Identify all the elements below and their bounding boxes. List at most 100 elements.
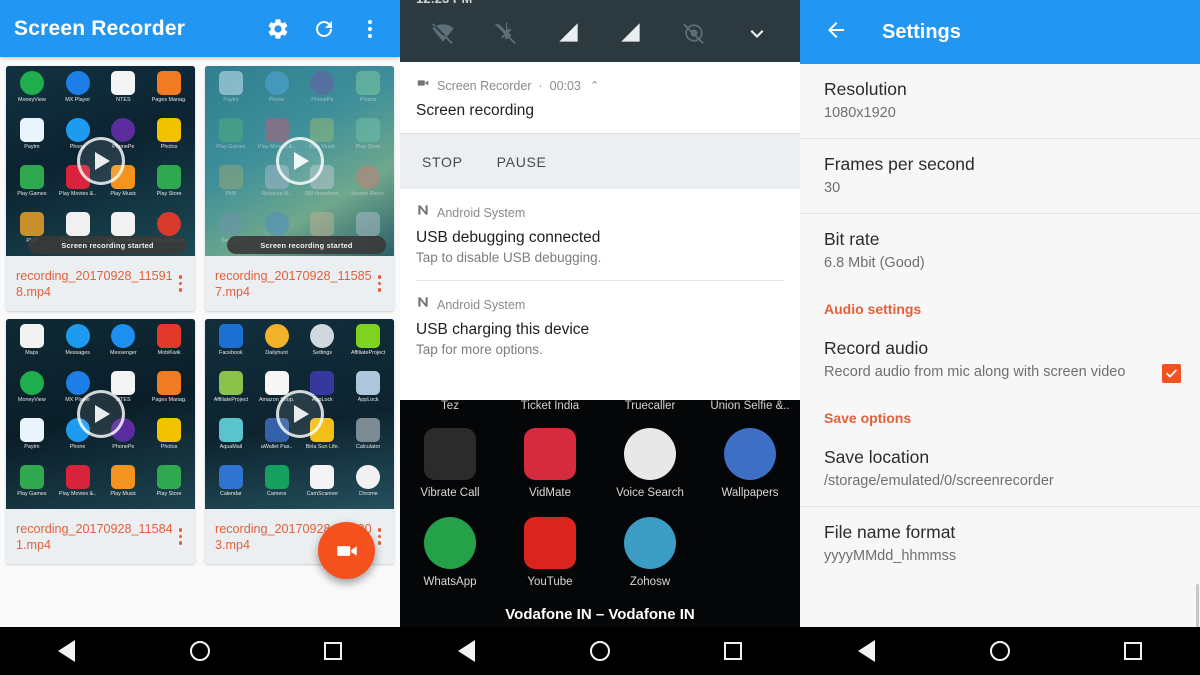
app-label: Phone [268, 97, 285, 103]
app-label: PhonePe [311, 97, 334, 103]
app-label: CamScanner [306, 491, 339, 497]
app-drawer-item[interactable]: YouTube [500, 517, 600, 588]
app-label: Settings [312, 350, 333, 356]
setting-row-file-name-format[interactable]: File name format yyyyMMdd_hhmmss [800, 507, 1200, 581]
android-nav-bar [0, 627, 400, 675]
wifi-off-icon[interactable] [430, 20, 456, 51]
app-label: AppLock [357, 397, 379, 403]
more-vert-icon[interactable] [173, 275, 191, 292]
home-circle-icon[interactable] [187, 638, 213, 664]
setting-title: File name format [824, 522, 956, 542]
app-drawer-item[interactable]: Zohosw [600, 517, 700, 588]
back-triangle-icon[interactable] [454, 638, 480, 664]
app-label: aWallet Pas.. [260, 444, 293, 450]
android-n-icon [416, 203, 430, 222]
video-thumbnail[interactable]: Facebook Dailyhunt Settings AffiliatePro… [205, 319, 394, 509]
play-icon[interactable] [275, 137, 324, 185]
app-label: Play Music [110, 491, 137, 497]
app-drawer-background: Tez Ticket India Truecaller Union Selfie… [400, 400, 800, 627]
video-card[interactable]: Maps Messages Messenger MobiKwik MoneyVi… [6, 319, 195, 564]
setting-row-fps[interactable]: Frames per second 30 [800, 139, 1200, 214]
app-label: Pages Manag. [151, 97, 187, 103]
app-drawer-item[interactable]: WhatsApp [400, 517, 500, 588]
camcorder-icon [336, 545, 357, 556]
app-label: Chrome [358, 491, 378, 497]
video-card-footer: recording_20170928_115918.mp4 [6, 256, 195, 311]
notification-title: USB debugging connected [416, 229, 601, 246]
app-drawer-item[interactable]: Wallpapers [700, 428, 800, 499]
app-label: AffiliateProject [350, 350, 386, 356]
setting-row-save-location[interactable]: Save location /storage/emulated/0/screen… [800, 432, 1200, 507]
android-n-icon [416, 295, 430, 314]
signal-sim2-icon[interactable] [618, 20, 644, 51]
play-icon[interactable] [76, 137, 125, 185]
app-label: Play Store [156, 491, 182, 497]
setting-row-bitrate[interactable]: Bit rate 6.8 Mbit (Good) [800, 214, 1200, 288]
app-label: PhonePe [112, 444, 135, 450]
refresh-icon[interactable] [312, 17, 336, 41]
setting-value: /storage/emulated/0/screenrecorder [824, 473, 1054, 489]
recents-square-icon[interactable] [320, 638, 346, 664]
setting-row-resolution[interactable]: Resolution 1080x1920 [800, 64, 1200, 139]
app-drawer-item[interactable]: Voice Search [600, 428, 700, 499]
play-icon[interactable] [275, 390, 324, 438]
app-label: Play Games [17, 191, 47, 197]
app-label: PNB [225, 191, 237, 197]
video-card[interactable]: Facebook Dailyhunt Settings AffiliatePro… [205, 319, 394, 564]
app-label: Reliance M.. [261, 191, 292, 197]
notification-usb-charging[interactable]: Android System USB charging this device … [400, 281, 800, 357]
video-card[interactable]: Paytm Phone PhonePe Photos Play Games Pl… [205, 66, 394, 311]
pause-button[interactable]: PAUSE [497, 154, 547, 170]
location-off-icon[interactable] [681, 20, 707, 51]
status-bar-clipped: 12:23 PM [400, 0, 800, 9]
notification-usb-debugging[interactable]: Android System USB debugging connected T… [400, 189, 800, 281]
app-label: Phone [69, 444, 86, 450]
app-label: Ticket India [520, 400, 580, 412]
notification-subtitle: Tap for more options. [416, 342, 543, 357]
page-title: Screen Recorder [14, 16, 186, 40]
back-triangle-icon[interactable] [854, 638, 880, 664]
home-circle-icon[interactable] [987, 638, 1013, 664]
more-vert-icon[interactable] [372, 528, 390, 545]
app-label: NTES [116, 97, 131, 103]
more-vert-icon[interactable] [372, 275, 390, 292]
app-drawer-item[interactable]: VidMate [500, 428, 600, 499]
more-vert-icon[interactable] [358, 17, 382, 41]
app-label: Camera [267, 491, 287, 497]
recents-square-icon[interactable] [1120, 638, 1146, 664]
app-label: Calendar [219, 491, 242, 497]
back-triangle-icon[interactable] [54, 638, 80, 664]
app-label: Paytm [223, 97, 239, 103]
setting-value: 30 [824, 180, 841, 196]
setting-title: Bit rate [824, 229, 880, 249]
settings-app-bar: Settings [800, 0, 1200, 64]
record-fab-button[interactable] [318, 522, 375, 579]
stop-button[interactable]: STOP [422, 154, 463, 170]
play-icon[interactable] [76, 390, 125, 438]
carrier-label: Vodafone IN – Vodafone IN [505, 606, 695, 623]
gear-icon[interactable] [266, 17, 290, 41]
video-thumbnail[interactable]: Paytm Phone PhonePe Photos Play Games Pl… [205, 66, 394, 256]
app-label: Photos [160, 444, 178, 450]
app-drawer-item[interactable]: Vibrate Call [400, 428, 500, 499]
video-thumbnail[interactable]: MoneyView MX Player NTES Pages Manag. Pa… [6, 66, 195, 256]
video-card[interactable]: MoneyView MX Player NTES Pages Manag. Pa… [6, 66, 195, 311]
bluetooth-off-icon[interactable] [493, 20, 519, 51]
more-vert-icon[interactable] [173, 528, 191, 545]
home-circle-icon[interactable] [587, 638, 613, 664]
video-thumbnail[interactable]: Maps Messages Messenger MobiKwik MoneyVi… [6, 319, 195, 509]
recents-square-icon[interactable] [720, 638, 746, 664]
notification-screen-recorder[interactable]: Screen Recorder · 00:03 ⌃ Screen recordi… [400, 62, 800, 120]
record-audio-checkbox[interactable] [1162, 364, 1181, 383]
app-label: Dailyhunt [265, 350, 288, 356]
collapse-chevron-icon[interactable]: ⌃ [590, 79, 599, 92]
notification-header: Android System [416, 203, 784, 222]
arrow-back-icon[interactable] [824, 18, 848, 47]
app-bar: Screen Recorder [0, 0, 400, 57]
panel-settings: Settings Resolution 1080x1920 Frames per… [800, 0, 1200, 675]
quick-settings-tiles [400, 9, 800, 62]
setting-row-record-audio[interactable]: Record audio Record audio from mic along… [800, 323, 1200, 397]
signal-sim1-icon[interactable] [556, 20, 582, 51]
app-label: AquaMail [219, 444, 243, 450]
chevron-down-icon[interactable] [744, 20, 770, 51]
